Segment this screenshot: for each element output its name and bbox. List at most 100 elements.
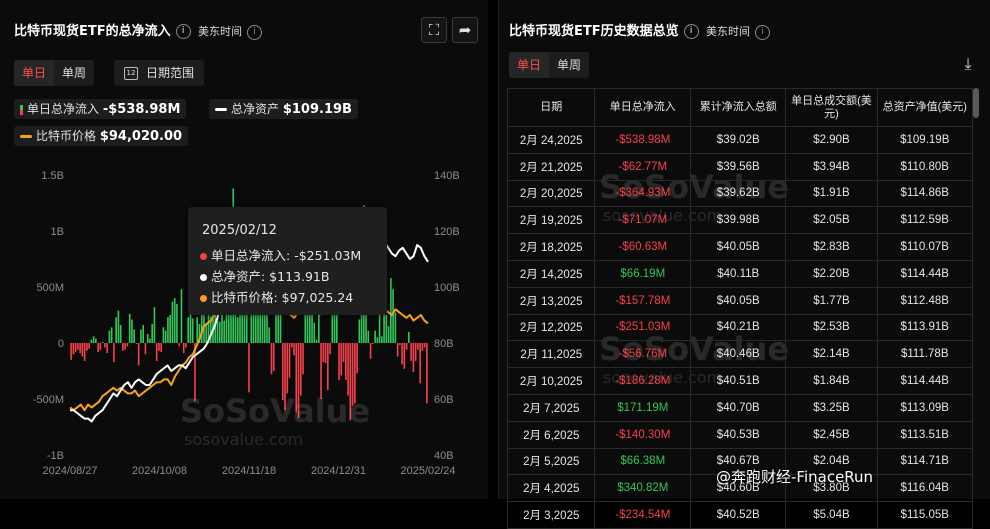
flow-bar: [146, 334, 149, 343]
flow-bar: [288, 343, 291, 378]
tooltip-dot-flow: [200, 253, 207, 260]
table-row[interactable]: 2月 21,2025 -$62.77M $39.56B $3.94B $110.80B: [506, 152, 973, 181]
table-cell: -$71.07M: [594, 206, 692, 235]
legend-net-assets[interactable]: 总净资产 $109.19B: [209, 99, 358, 119]
table-cell: $111.78B: [876, 340, 973, 369]
flow-bar: [320, 343, 322, 399]
table-row[interactable]: 2月 14,2025 $66.19M $40.11B $2.20B $114.44B: [506, 259, 973, 288]
flow-bar: [97, 343, 99, 352]
table-cell: 2月 7,2025: [506, 393, 596, 422]
table-cell: $40.52B: [690, 501, 787, 529]
flow-bar: [180, 289, 183, 343]
flow-bar: [358, 319, 361, 343]
table-row[interactable]: 2月 13,2025 -$157.78M $40.05B $1.77B $112.48B: [506, 286, 973, 315]
flow-bar: [299, 343, 302, 396]
panel-title: 比特币现货ETF的总净流入 i: [14, 20, 191, 39]
table-cell: $5.04B: [785, 501, 878, 529]
tooltip-dot-price: [200, 295, 207, 302]
tab-daily[interactable]: 单日: [14, 60, 55, 86]
flow-bar: [81, 343, 84, 357]
flow-bar: [401, 343, 403, 365]
info-icon[interactable]: i: [175, 24, 191, 39]
y-right-tick-label: 120B: [434, 226, 460, 238]
table-cell: -$62.77M: [594, 152, 692, 181]
history-title: 比特币现货ETF历史数据总览 i: [509, 20, 699, 39]
flow-bar: [101, 341, 104, 343]
date-range-button[interactable]: 12 日期范围: [114, 60, 205, 86]
table-row[interactable]: 2月 10,2025 -$186.28M $40.51B $1.84B $114.44B: [506, 367, 973, 395]
flow-bar: [99, 343, 102, 350]
download-icon[interactable]: ⤓: [958, 54, 978, 74]
table-cell: $40.46B: [690, 340, 787, 369]
info-icon[interactable]: i: [247, 24, 262, 40]
table-cell: $1.84B: [785, 367, 878, 395]
table-row[interactable]: 2月 11,2025 -$56.76M $40.46B $2.14B $111.78B: [506, 340, 973, 369]
table-row[interactable]: 2月 20,2025 -$364.93M $39.62B $1.91B $114.86B: [506, 179, 973, 208]
timezone-text: 美东时间: [198, 25, 242, 38]
table-cell: 2月 18,2025: [506, 233, 596, 261]
flow-bar: [297, 343, 300, 419]
flow-bar: [390, 278, 392, 343]
period-toggle: 单日 单周: [14, 60, 95, 86]
table-row[interactable]: 2月 18,2025 -$60.63M $40.05B $2.83B $110.07B: [506, 233, 973, 261]
flow-bar: [117, 310, 120, 343]
tab-daily[interactable]: 单日: [509, 52, 550, 78]
col-header-net-assets[interactable]: 总资产净值(美元): [876, 88, 973, 127]
col-header-daily-flow[interactable]: 单日总净流入: [594, 88, 692, 127]
table-row[interactable]: 2月 3,2025 -$234.54M $40.52B $5.04B $115.05B: [506, 501, 973, 529]
table-cell: $113.09B: [876, 393, 973, 422]
y-right-tick-label: 40B: [434, 450, 454, 462]
col-header-cumulative[interactable]: 累计净流入总额: [690, 88, 787, 127]
flow-bar: [302, 343, 304, 375]
flow-bar: [270, 343, 273, 375]
col-header-volume[interactable]: 单日总成交额(美元): [785, 88, 878, 127]
table-cell: -$60.63M: [594, 233, 692, 261]
flow-bar: [135, 343, 138, 345]
tab-weekly[interactable]: 单周: [549, 52, 589, 78]
flow-bar: [122, 343, 124, 351]
legend-daily-flow[interactable]: 单日总净流入 -$538.98M: [14, 99, 187, 119]
tab-weekly[interactable]: 单周: [54, 60, 94, 86]
info-icon[interactable]: i: [683, 24, 699, 39]
flow-bar: [171, 301, 174, 343]
table-cell: 2月 13,2025: [506, 286, 596, 315]
table-cell: $114.71B: [876, 447, 973, 476]
table-row[interactable]: 2月 6,2025 -$140.30M $40.53B $2.45B $113.51B: [506, 420, 973, 449]
share-icon[interactable]: ➦: [452, 17, 478, 43]
table-cell: $39.56B: [690, 152, 787, 181]
flow-bar: [324, 343, 327, 364]
history-panel: 比特币现货ETF历史数据总览 i 美东时间 i ⤓ 单日 单周 SoSoValue s…: [498, 0, 990, 529]
history-period-toggle: 单日 单周: [509, 52, 590, 78]
flow-bar: [108, 330, 111, 343]
fullscreen-icon[interactable]: ⛶: [421, 17, 447, 43]
flow-bar: [124, 343, 126, 350]
table-row[interactable]: 2月 24,2025 -$538.98M $39.02B $2.90B $109.19B: [506, 126, 973, 154]
history-table: 日期 单日总净流入 累计净流入总额 单日总成交额(美元) 总资产净值(美元) 2…: [506, 88, 973, 529]
flow-bar: [153, 307, 156, 343]
table-cell: $39.02B: [690, 126, 787, 154]
legend-swatch-price: [20, 135, 32, 138]
flow-bar: [248, 343, 250, 393]
flow-bar: [160, 343, 162, 352]
table-row[interactable]: 2月 19,2025 -$71.07M $39.98B $2.05B $112.59B: [506, 206, 973, 235]
table-row[interactable]: 2月 7,2025 $171.19M $40.70B $3.25B $113.09B: [506, 393, 973, 422]
col-header-date[interactable]: 日期: [506, 88, 596, 127]
flow-bar: [284, 343, 286, 411]
y-right-tick-label: 80B: [434, 338, 454, 350]
info-icon[interactable]: i: [755, 24, 770, 40]
legend-btc-price[interactable]: 比特币价格 $94,020.00: [14, 126, 189, 146]
table-cell: 2月 14,2025: [506, 259, 596, 288]
flow-bar: [392, 289, 394, 343]
flow-bar: [236, 317, 239, 343]
flow-bar: [77, 343, 79, 350]
legend-swatch-bar: [20, 104, 23, 115]
table-cell: -$56.76M: [594, 340, 692, 369]
table-cell: 2月 4,2025: [506, 474, 596, 503]
flow-bar: [218, 321, 221, 343]
table-row[interactable]: 2月 12,2025 -$251.03M $40.21B $2.53B $113.91B: [506, 313, 973, 342]
table-scrollbar[interactable]: [973, 88, 979, 118]
table-cell: -$186.28M: [594, 367, 692, 395]
flow-bar: [342, 343, 345, 363]
table-cell: 2月 19,2025: [506, 206, 596, 235]
flow-bar: [293, 343, 295, 356]
